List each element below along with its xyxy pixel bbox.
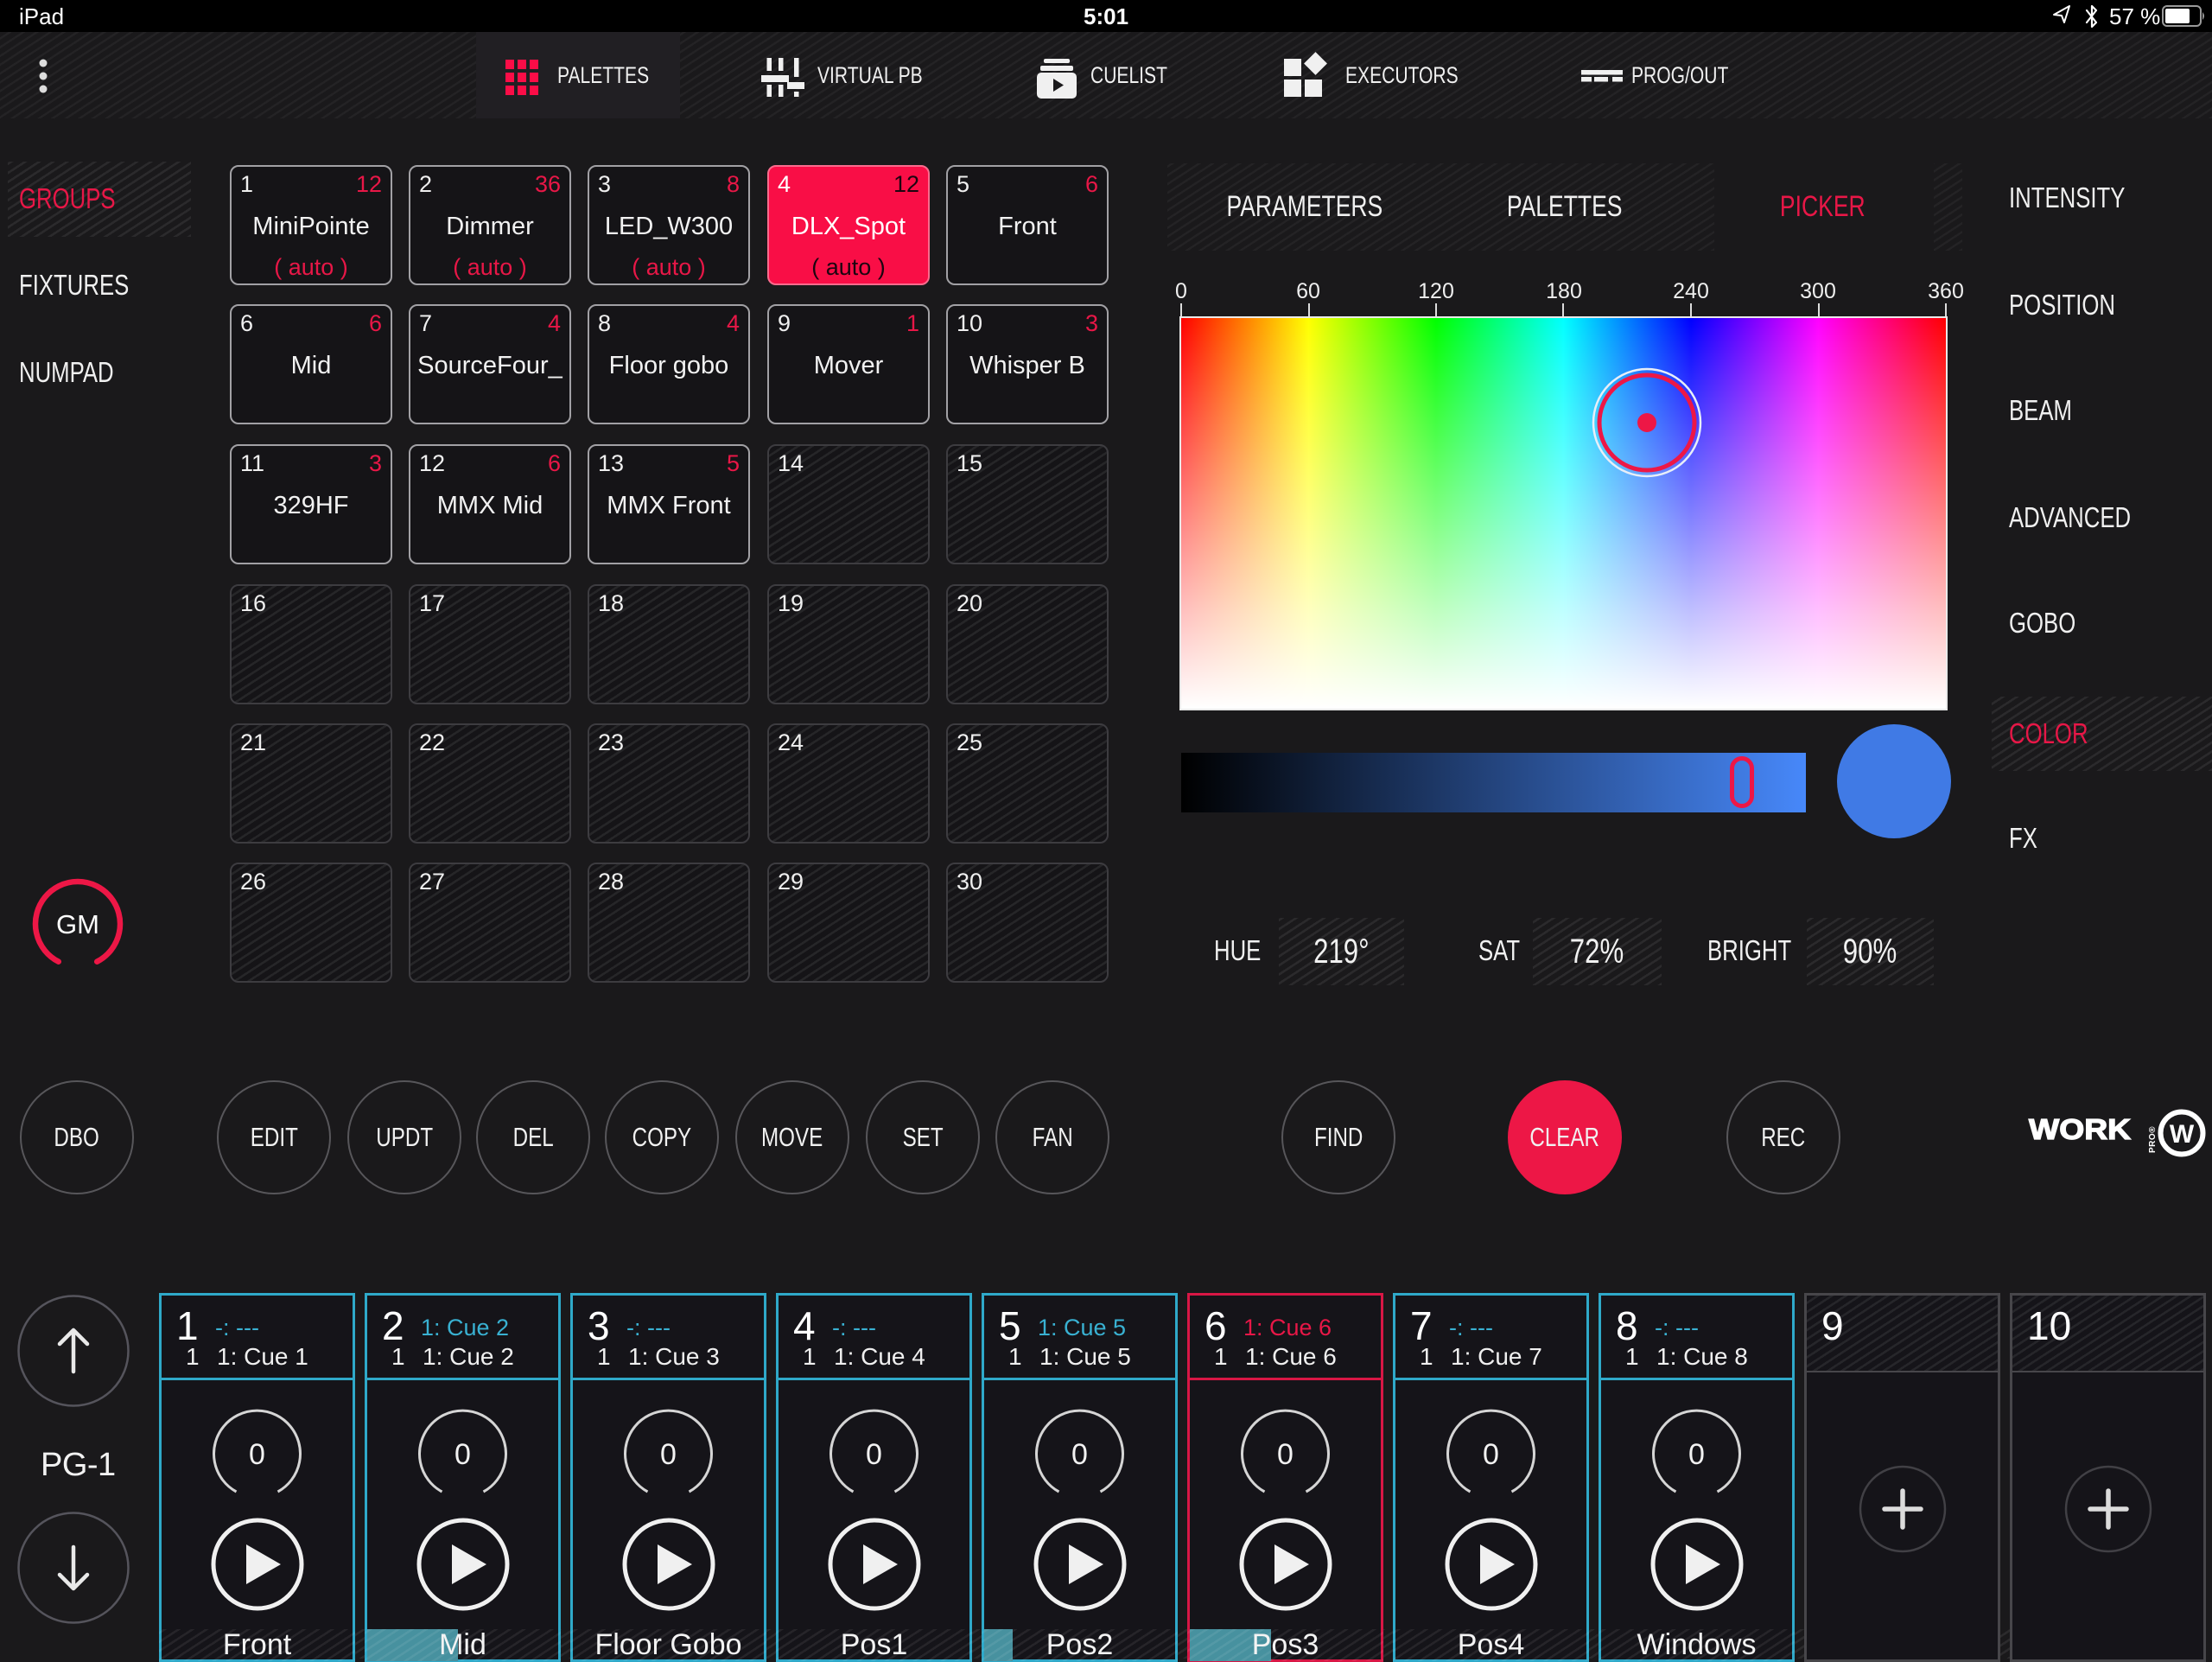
svg-text:W: W	[2170, 1120, 2195, 1149]
svg-text:0: 0	[454, 1438, 471, 1471]
svg-text:0: 0	[660, 1438, 677, 1471]
svg-text:0: 0	[866, 1438, 882, 1471]
svg-text:0: 0	[1071, 1438, 1088, 1471]
svg-text:GM: GM	[56, 909, 99, 939]
svg-text:0: 0	[249, 1438, 265, 1471]
svg-text:0: 0	[1688, 1438, 1705, 1471]
svg-text:0: 0	[1483, 1438, 1499, 1471]
svg-text:0: 0	[1277, 1438, 1294, 1471]
